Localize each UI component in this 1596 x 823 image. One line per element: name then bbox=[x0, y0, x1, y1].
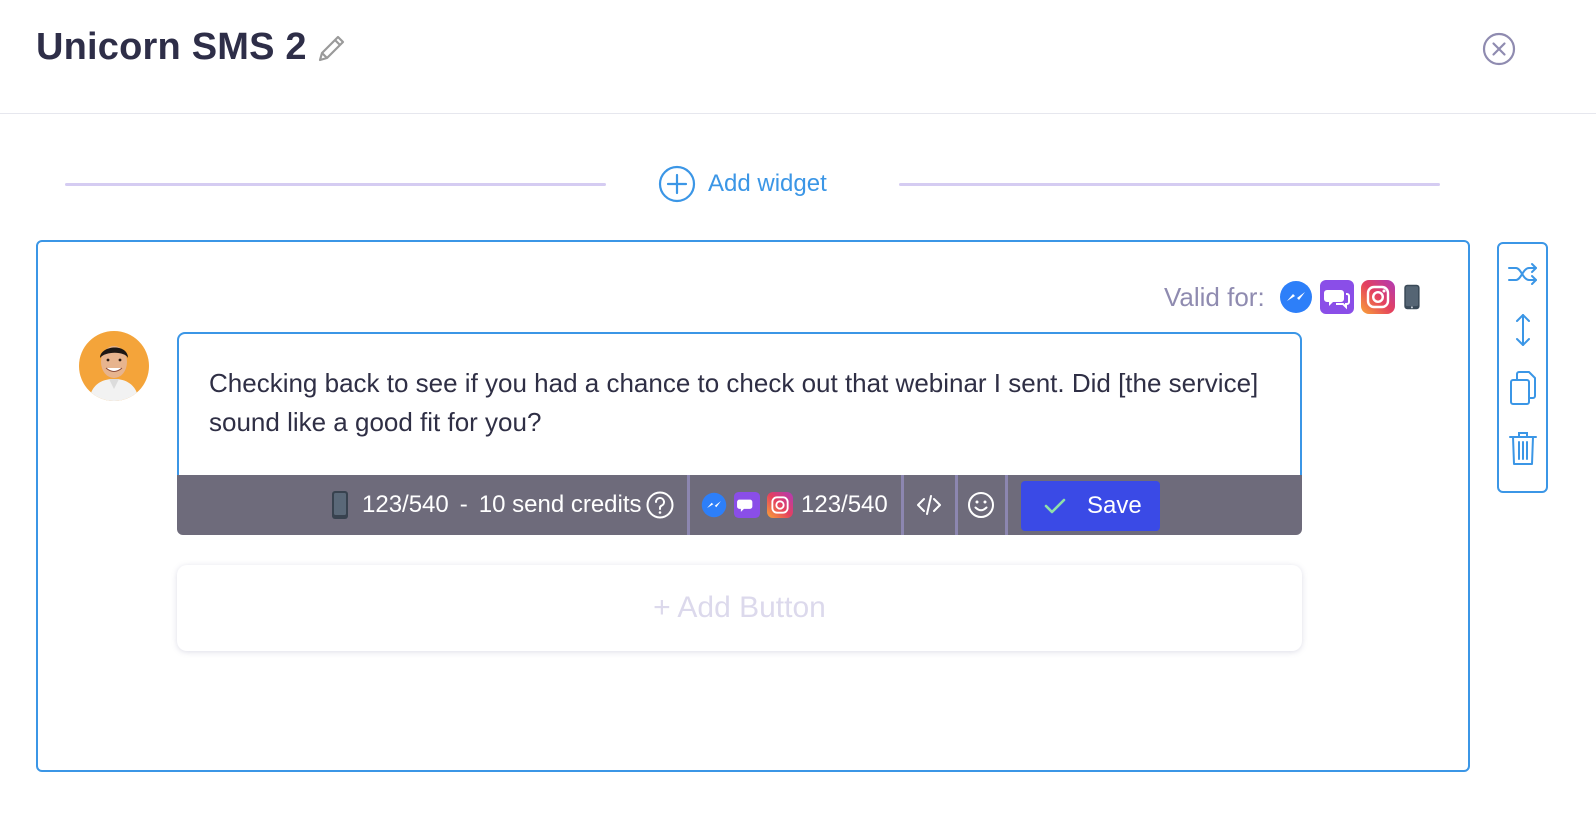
valid-for-row: Valid for: bbox=[1164, 279, 1435, 315]
code-button[interactable] bbox=[915, 475, 943, 535]
message-text[interactable]: Checking back to see if you had a chance… bbox=[209, 364, 1269, 442]
plus-circle-icon bbox=[658, 165, 696, 203]
code-icon bbox=[917, 495, 941, 515]
send-credits: 10 send credits bbox=[478, 491, 642, 518]
sms-phone-icon bbox=[332, 491, 348, 519]
avatar bbox=[79, 331, 149, 401]
shuffle-icon[interactable] bbox=[1507, 256, 1539, 292]
add-widget-button[interactable]: Add widget bbox=[658, 164, 827, 204]
divider-left bbox=[65, 183, 606, 186]
sms-phone-icon bbox=[1403, 284, 1420, 310]
message-textarea[interactable]: Checking back to see if you had a chance… bbox=[177, 332, 1302, 475]
add-widget-label: Add widget bbox=[708, 170, 827, 197]
chat-icon bbox=[1319, 280, 1354, 314]
checkmark-icon bbox=[1044, 498, 1066, 514]
modal-header: Unicorn SMS 2 bbox=[0, 0, 1596, 114]
page-title: Unicorn SMS 2 bbox=[36, 26, 307, 68]
social-counter: 123/540 bbox=[701, 475, 888, 535]
chat-icon bbox=[734, 492, 760, 518]
emoji-button[interactable] bbox=[967, 475, 995, 535]
smiley-icon bbox=[968, 492, 994, 518]
sms-counter: 123/540 - 10 send credits bbox=[330, 475, 675, 535]
copy-icon[interactable] bbox=[1507, 370, 1539, 406]
valid-for-label: Valid for: bbox=[1164, 281, 1265, 312]
save-label: Save bbox=[1087, 492, 1142, 519]
pencil-icon[interactable] bbox=[313, 31, 349, 67]
person-avatar-icon bbox=[79, 331, 149, 401]
help-icon[interactable] bbox=[645, 490, 675, 520]
resize-vertical-icon[interactable] bbox=[1507, 312, 1539, 348]
instagram-icon bbox=[767, 492, 793, 518]
add-button[interactable]: + Add Button bbox=[177, 565, 1302, 651]
divider-right bbox=[899, 183, 1440, 186]
toolbar-divider bbox=[687, 475, 690, 535]
separator-dash: - bbox=[459, 491, 468, 518]
trash-icon[interactable] bbox=[1507, 430, 1539, 466]
instagram-icon bbox=[1360, 280, 1395, 314]
toolbar-divider bbox=[901, 475, 904, 535]
messenger-icon bbox=[701, 492, 727, 518]
social-count: 123/540 bbox=[801, 491, 888, 518]
messenger-icon bbox=[1279, 281, 1312, 313]
save-button[interactable]: Save bbox=[1021, 481, 1160, 531]
widget-side-tools bbox=[1497, 242, 1548, 493]
toolbar-divider bbox=[955, 475, 958, 535]
sms-count: 123/540 bbox=[362, 491, 449, 518]
close-icon[interactable] bbox=[1481, 31, 1517, 67]
toolbar-divider bbox=[1005, 475, 1008, 535]
